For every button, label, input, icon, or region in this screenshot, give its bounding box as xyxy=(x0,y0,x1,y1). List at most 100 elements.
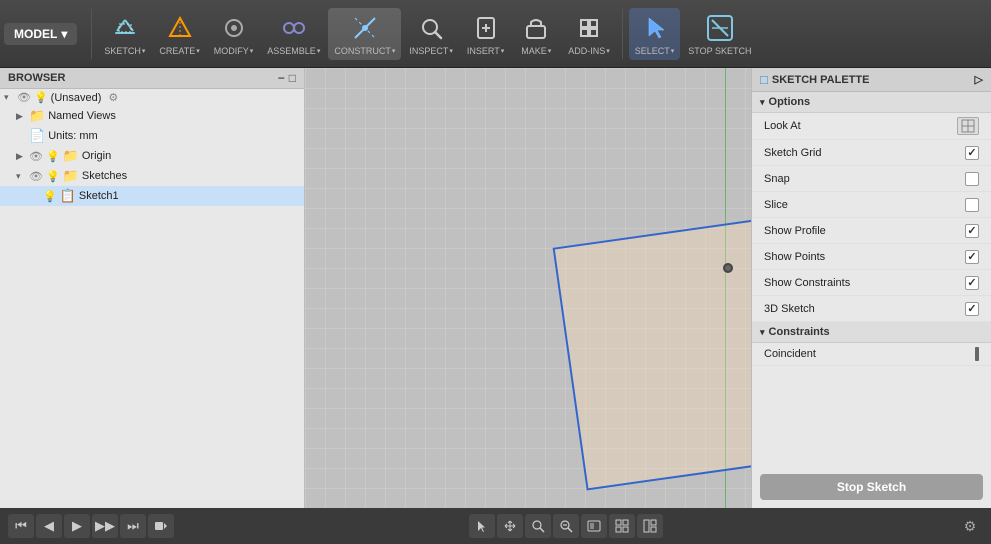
slice-checkbox[interactable] xyxy=(965,198,979,212)
look-at-button[interactable] xyxy=(957,117,979,135)
create-tool[interactable]: CREATE▾ xyxy=(153,8,205,60)
canvas-area[interactable]: 50 100 ↖ TOP x y z □ SKETCH PALETTE ▷ xyxy=(305,68,991,508)
main-area: BROWSER − □ ▾ 👁 💡 (Unsaved) ⚙ ▶ 📁 Named … xyxy=(0,68,991,508)
make-icon xyxy=(520,12,552,44)
palette-title-label: SKETCH PALETTE xyxy=(772,74,870,86)
show-points-row: Show Points xyxy=(752,244,991,270)
stop-sketch-tool[interactable]: STOP SKETCH xyxy=(682,8,757,60)
select-label: SELECT▾ xyxy=(635,46,675,56)
nav-play-button[interactable]: ▶ xyxy=(64,514,90,538)
zoom-fit-button[interactable] xyxy=(525,514,551,538)
sketch-grid-checkbox[interactable] xyxy=(965,146,979,160)
sketch-grid-row: Sketch Grid xyxy=(752,140,991,166)
browser-collapse[interactable]: − xyxy=(278,71,285,85)
3d-sketch-checkbox[interactable] xyxy=(965,302,979,316)
record-button[interactable] xyxy=(148,514,174,538)
constraints-label: Constraints xyxy=(769,326,830,338)
nav-last-button[interactable]: ⏭ xyxy=(120,514,146,538)
3d-sketch-control xyxy=(965,302,979,316)
origin-light: 💡 xyxy=(46,150,60,163)
sketch1-item[interactable]: 💡 📋 Sketch1 xyxy=(0,186,304,206)
inspect-label: INSPECT▾ xyxy=(409,46,453,56)
root-arrow: ▾ xyxy=(4,92,14,103)
snap-checkbox[interactable] xyxy=(965,172,979,186)
inspect-tool[interactable]: INSPECT▾ xyxy=(403,8,459,60)
browser-controls: − □ xyxy=(278,71,296,85)
named-views-label: Named Views xyxy=(48,110,116,122)
pan-button[interactable] xyxy=(497,514,523,538)
show-constraints-checkbox[interactable] xyxy=(965,276,979,290)
named-views-item[interactable]: ▶ 📁 Named Views xyxy=(0,106,304,126)
origin-folder-icon: 📁 xyxy=(63,148,79,164)
constraints-section-header[interactable]: ▾ Constraints xyxy=(752,322,991,343)
insert-tool[interactable]: INSERT▾ xyxy=(461,8,510,60)
origin-item[interactable]: ▶ 👁 💡 📁 Origin xyxy=(0,146,304,166)
palette-icon: □ xyxy=(760,72,768,87)
origin-point xyxy=(723,263,733,273)
grid-mode-button[interactable] xyxy=(609,514,635,538)
root-light: 💡 xyxy=(34,91,48,104)
constraints-tri: ▾ xyxy=(760,327,765,338)
make-tool[interactable]: MAKE▾ xyxy=(512,8,560,60)
stop-sketch-label: STOP SKETCH xyxy=(688,46,751,56)
layout-button[interactable] xyxy=(637,514,663,538)
nav-first-button[interactable]: ⏮ xyxy=(8,514,34,538)
show-profile-checkbox[interactable] xyxy=(965,224,979,238)
zoom-out-button[interactable] xyxy=(553,514,579,538)
slice-row: Slice xyxy=(752,192,991,218)
slice-control xyxy=(965,198,979,212)
3d-sketch-label: 3D Sketch xyxy=(764,303,815,315)
origin-label: Origin xyxy=(82,150,111,162)
stop-sketch-icon xyxy=(704,12,736,44)
coincident-label: Coincident xyxy=(764,348,816,360)
units-item[interactable]: 📄 Units: mm xyxy=(0,126,304,146)
origin-eye: 👁 xyxy=(29,150,43,163)
sketches-eye: 👁 xyxy=(29,170,43,183)
construct-tool[interactable]: CONSTRUCT▾ xyxy=(328,8,401,60)
show-points-checkbox[interactable] xyxy=(965,250,979,264)
construct-icon xyxy=(349,12,381,44)
slice-label: Slice xyxy=(764,199,788,211)
show-constraints-row: Show Constraints xyxy=(752,270,991,296)
create-icon xyxy=(164,12,196,44)
sketch1-eye: 💡 xyxy=(43,190,57,203)
show-constraints-control xyxy=(965,276,979,290)
assemble-icon xyxy=(278,12,310,44)
sketches-arrow: ▾ xyxy=(16,171,26,182)
bottom-nav-controls: ⏮ ◀ ▶ ▶▶ ⏭ xyxy=(8,514,174,538)
model-arrow: ▾ xyxy=(61,27,67,41)
modify-label: MODIFY▾ xyxy=(214,46,254,56)
sketches-item[interactable]: ▾ 👁 💡 📁 Sketches xyxy=(0,166,304,186)
palette-expand[interactable]: ▷ xyxy=(975,73,983,86)
show-constraints-label: Show Constraints xyxy=(764,277,850,289)
named-views-arrow: ▶ xyxy=(16,111,26,122)
root-settings: ⚙ xyxy=(108,91,118,104)
nav-next-button[interactable]: ▶▶ xyxy=(92,514,118,538)
assemble-tool[interactable]: ASSEMBLE▾ xyxy=(261,8,326,60)
coincident-bar xyxy=(975,347,979,361)
sketch-palette: □ SKETCH PALETTE ▷ ▾ Options Look At xyxy=(751,68,991,508)
stop-sketch-button[interactable]: Stop Sketch xyxy=(760,474,983,500)
display-mode-button[interactable] xyxy=(581,514,607,538)
options-section-header[interactable]: ▾ Options xyxy=(752,92,991,113)
select-icon xyxy=(639,12,671,44)
model-dropdown[interactable]: MODEL ▾ xyxy=(4,23,77,45)
sketch-label: SKETCH▾ xyxy=(104,46,145,56)
select-tool[interactable]: SELECT▾ xyxy=(629,8,681,60)
sketches-folder-icon: 📁 xyxy=(63,168,79,184)
show-profile-control xyxy=(965,224,979,238)
options-label: Options xyxy=(769,96,811,108)
sketch-tool[interactable]: SKETCH▾ xyxy=(98,8,151,60)
look-at-label: Look At xyxy=(764,120,801,132)
add-ins-tool[interactable]: ADD-INS▾ xyxy=(562,8,616,60)
root-eye: 👁 xyxy=(17,91,31,104)
browser-title: BROWSER xyxy=(8,72,65,84)
browser-expand[interactable]: □ xyxy=(289,71,296,85)
main-toolbar: MODEL ▾ SKETCH▾ CREATE▾ MODIFY▾ xyxy=(0,0,991,68)
modify-tool[interactable]: MODIFY▾ xyxy=(208,8,260,60)
settings-icon[interactable]: ⚙ xyxy=(957,514,983,538)
sketches-light: 💡 xyxy=(46,170,60,183)
cursor-mode-button[interactable] xyxy=(469,514,495,538)
tree-root[interactable]: ▾ 👁 💡 (Unsaved) ⚙ xyxy=(0,89,304,106)
nav-prev-button[interactable]: ◀ xyxy=(36,514,62,538)
